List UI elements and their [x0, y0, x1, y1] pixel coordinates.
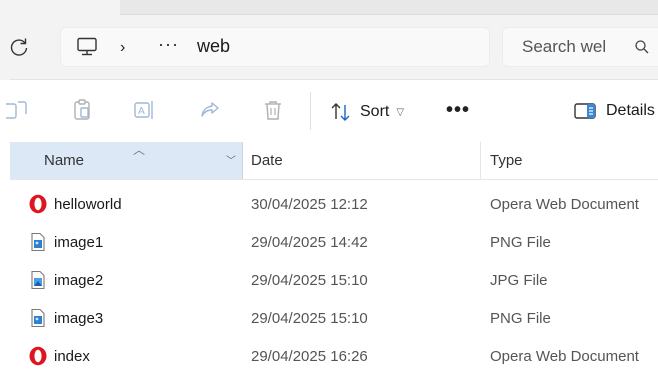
tab-strip-edge: [120, 0, 658, 15]
share-icon[interactable]: [198, 98, 222, 122]
file-date: 29/04/2025 15:10: [251, 310, 368, 327]
copy-icon[interactable]: [6, 98, 30, 122]
file-name: image2: [54, 272, 104, 289]
computer-icon: [77, 37, 97, 56]
file-type: Opera Web Document: [490, 196, 639, 213]
breadcrumb-overflow-button[interactable]: ···: [158, 34, 179, 55]
navigation-bar: › ··· web Search wel: [0, 0, 658, 80]
column-header-name-label: Name: [44, 152, 85, 169]
details-label: Details: [606, 102, 655, 119]
see-more-button[interactable]: •••: [446, 99, 470, 122]
refresh-icon: [10, 38, 28, 56]
column-header-name[interactable]: ︿ Name ﹀: [10, 142, 243, 179]
chevron-down-icon: ▽: [396, 106, 405, 118]
file-row[interactable]: image3 29/04/2025 15:10 PNG File: [10, 300, 658, 338]
file-date: 29/04/2025 16:26: [251, 348, 368, 365]
opera-icon: [29, 346, 47, 366]
paste-icon[interactable]: [70, 98, 94, 122]
refresh-button[interactable]: [8, 36, 30, 58]
column-header-date[interactable]: Date: [251, 152, 283, 169]
sort-icon: [331, 103, 350, 121]
column-header-row: ︿ Name ﹀ Date Type: [10, 142, 658, 180]
search-input[interactable]: Search wel: [522, 37, 606, 57]
details-button[interactable]: Details: [574, 102, 655, 120]
file-date: 29/04/2025 14:42: [251, 234, 368, 251]
file-date: 30/04/2025 12:12: [251, 196, 368, 213]
rename-icon[interactable]: A: [133, 98, 157, 122]
breadcrumb-current-folder[interactable]: web: [197, 36, 230, 57]
file-type: Opera Web Document: [490, 348, 639, 365]
file-row[interactable]: helloworld 30/04/2025 12:12 Opera Web Do…: [10, 186, 658, 224]
file-type: PNG File: [490, 310, 551, 327]
file-row[interactable]: index 29/04/2025 16:26 Opera Web Documen…: [10, 338, 658, 376]
column-filter-chevron-icon[interactable]: ﹀: [226, 152, 236, 167]
sort-label: Sort: [360, 103, 390, 120]
image-file-icon: [31, 308, 45, 328]
file-row[interactable]: image1 29/04/2025 14:42 PNG File: [10, 224, 658, 262]
search-icon: [635, 40, 649, 54]
search-box[interactable]: Search wel: [502, 27, 658, 67]
file-name: index: [54, 348, 90, 365]
sort-button[interactable]: Sort ▽: [330, 100, 404, 124]
breadcrumb-separator[interactable]: ›: [120, 39, 125, 57]
opera-icon: [29, 194, 47, 214]
file-type: JPG File: [490, 272, 548, 289]
delete-icon[interactable]: [261, 98, 285, 122]
file-type: PNG File: [490, 234, 551, 251]
column-header-type[interactable]: Type: [490, 152, 523, 169]
file-row[interactable]: image2 29/04/2025 15:10 JPG File: [10, 262, 658, 300]
address-bar[interactable]: › ··· web: [60, 27, 490, 67]
file-name: image1: [54, 234, 104, 251]
file-list: helloworld 30/04/2025 12:12 Opera Web Do…: [10, 186, 658, 376]
file-name: helloworld: [54, 196, 122, 213]
column-divider[interactable]: [480, 142, 481, 179]
file-date: 29/04/2025 15:10: [251, 272, 368, 289]
file-name: image3: [54, 310, 104, 327]
details-pane-icon: [574, 103, 596, 119]
toolbar-separator: [310, 92, 311, 130]
sort-ascending-icon: ︿: [133, 143, 146, 157]
command-bar: A Sort ▽ ••• Details: [0, 80, 658, 142]
image-file-icon: [31, 270, 45, 290]
image-file-icon: [31, 232, 45, 252]
svg-text:A: A: [138, 106, 145, 117]
